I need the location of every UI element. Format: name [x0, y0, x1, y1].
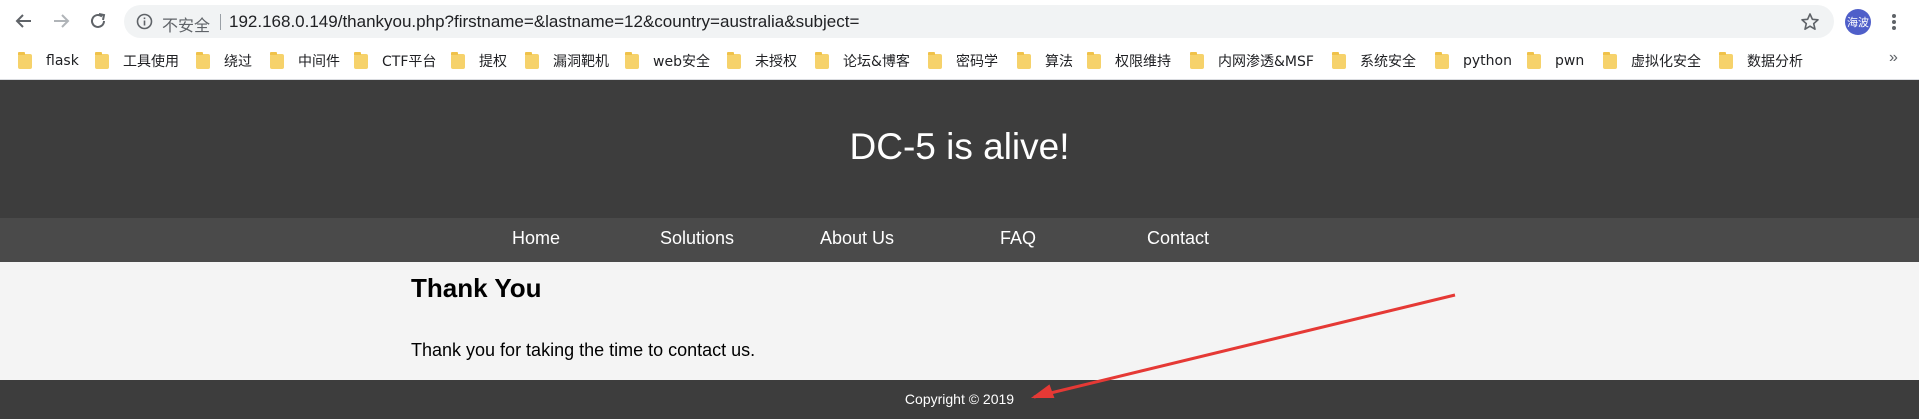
- nav-link-home[interactable]: Home: [471, 228, 601, 249]
- bookmark-folder[interactable]: python: [1435, 49, 1512, 73]
- folder-icon: [1435, 51, 1449, 69]
- nav-link-contact[interactable]: Contact: [1113, 228, 1243, 249]
- bookmark-folder[interactable]: 工具使用: [95, 49, 179, 73]
- bookmark-star-icon[interactable]: [1800, 12, 1820, 32]
- folder-icon: [1603, 51, 1617, 69]
- site-footer: Copyright © 2019: [0, 380, 1919, 419]
- bookmark-label: 中间件: [298, 54, 340, 70]
- folder-icon: [727, 51, 741, 69]
- folder-icon: [18, 51, 32, 69]
- folder-icon: [625, 51, 639, 69]
- folder-icon: [1190, 51, 1204, 69]
- bookmark-folder[interactable]: 算法: [1017, 49, 1073, 73]
- bookmark-label: 权限维持: [1115, 54, 1171, 70]
- bookmark-label: 漏洞靶机: [553, 54, 609, 70]
- bookmark-folder[interactable]: flask: [18, 49, 79, 73]
- omnibox-divider: [220, 14, 221, 30]
- kebab-menu-icon: [1892, 14, 1896, 30]
- bookmark-label: 系统安全: [1360, 54, 1416, 70]
- bookmark-label: 未授权: [755, 54, 797, 70]
- bookmark-label: web安全: [653, 54, 710, 70]
- profile-avatar[interactable]: 海波: [1845, 9, 1871, 35]
- back-button[interactable]: [11, 8, 37, 34]
- bookmark-folder[interactable]: 虚拟化安全: [1603, 49, 1701, 73]
- forward-arrow-icon: [54, 14, 70, 28]
- bookmark-folder[interactable]: 内网渗透&MSF: [1190, 49, 1314, 73]
- bookmark-folder[interactable]: pwn: [1527, 49, 1584, 73]
- bookmark-label: 数据分析: [1747, 54, 1803, 70]
- site-header: DC-5 is alive!: [0, 80, 1919, 218]
- bookmark-folder[interactable]: 绕过: [196, 49, 252, 73]
- site-nav: Home Solutions About Us FAQ Contact: [0, 218, 1919, 262]
- bookmark-label: 论坛&博客: [843, 54, 910, 70]
- bookmark-label: 绕过: [224, 54, 252, 70]
- bookmark-folder[interactable]: CTF平台: [354, 49, 436, 73]
- folder-icon: [270, 51, 284, 69]
- bookmark-folder[interactable]: 漏洞靶机: [525, 49, 609, 73]
- folder-icon: [1527, 51, 1541, 69]
- security-label[interactable]: 不安全: [162, 12, 210, 36]
- bookmark-folder[interactable]: 密码学: [928, 49, 998, 73]
- bookmark-label: CTF平台: [382, 54, 437, 70]
- folder-icon: [451, 51, 465, 69]
- bookmark-folder[interactable]: web安全: [625, 49, 710, 73]
- bookmark-label: 内网渗透&MSF: [1218, 54, 1314, 70]
- main-content: Thank You Thank you for taking the time …: [0, 262, 1919, 380]
- folder-icon: [196, 51, 210, 69]
- forward-button[interactable]: [48, 8, 74, 34]
- address-bar[interactable]: 不安全 192.168.0.149/thankyou.php?firstname…: [124, 5, 1834, 38]
- bookmark-folder[interactable]: 中间件: [270, 49, 340, 73]
- folder-icon: [354, 51, 368, 69]
- bookmark-folder[interactable]: 系统安全: [1332, 49, 1416, 73]
- browser-menu-button[interactable]: [1884, 9, 1904, 35]
- back-arrow-icon: [15, 14, 31, 28]
- folder-icon: [1087, 51, 1101, 69]
- reload-button[interactable]: [85, 8, 111, 34]
- folder-icon: [928, 51, 942, 69]
- bookmarks-bar: flask 工具使用 绕过 中间件 CTF平台 提权 漏洞靶机 web安全 未授…: [0, 43, 1919, 80]
- bookmark-folder[interactable]: 数据分析: [1719, 49, 1803, 73]
- bookmark-label: 算法: [1045, 54, 1073, 70]
- folder-icon: [1719, 51, 1733, 69]
- bookmark-label: 工具使用: [123, 54, 179, 70]
- page-heading: Thank You: [411, 273, 542, 303]
- bookmark-folder[interactable]: 提权: [451, 49, 507, 73]
- bookmark-label: 提权: [479, 54, 507, 70]
- folder-icon: [1017, 51, 1031, 69]
- nav-link-faq[interactable]: FAQ: [953, 228, 1083, 249]
- bookmark-label: python: [1463, 53, 1512, 69]
- bookmark-label: 密码学: [956, 54, 998, 70]
- nav-link-solutions[interactable]: Solutions: [632, 228, 762, 249]
- reload-icon: [91, 13, 106, 28]
- more-bookmarks-chevron-icon[interactable]: »: [1889, 49, 1898, 67]
- url-text[interactable]: 192.168.0.149/thankyou.php?firstname=&la…: [229, 12, 859, 32]
- bookmark-label: 虚拟化安全: [1631, 54, 1701, 70]
- bookmark-folder[interactable]: 未授权: [727, 49, 797, 73]
- nav-link-about-us[interactable]: About Us: [792, 228, 922, 249]
- bookmark-label: pwn: [1555, 53, 1585, 69]
- folder-icon: [1332, 51, 1346, 69]
- site-title: DC-5 is alive!: [849, 126, 1070, 167]
- thank-you-message: Thank you for taking the time to contact…: [411, 340, 756, 360]
- info-icon[interactable]: [136, 13, 153, 30]
- copyright-text: Copyright © 2019: [904, 391, 1015, 407]
- bookmark-label: flask: [46, 53, 79, 69]
- browser-toolbar: 不安全 192.168.0.149/thankyou.php?firstname…: [0, 0, 1919, 43]
- folder-icon: [525, 51, 539, 69]
- folder-icon: [95, 51, 109, 69]
- bookmark-folder[interactable]: 论坛&博客: [815, 49, 910, 73]
- bookmark-folder[interactable]: 权限维持: [1087, 49, 1171, 73]
- folder-icon: [815, 51, 829, 69]
